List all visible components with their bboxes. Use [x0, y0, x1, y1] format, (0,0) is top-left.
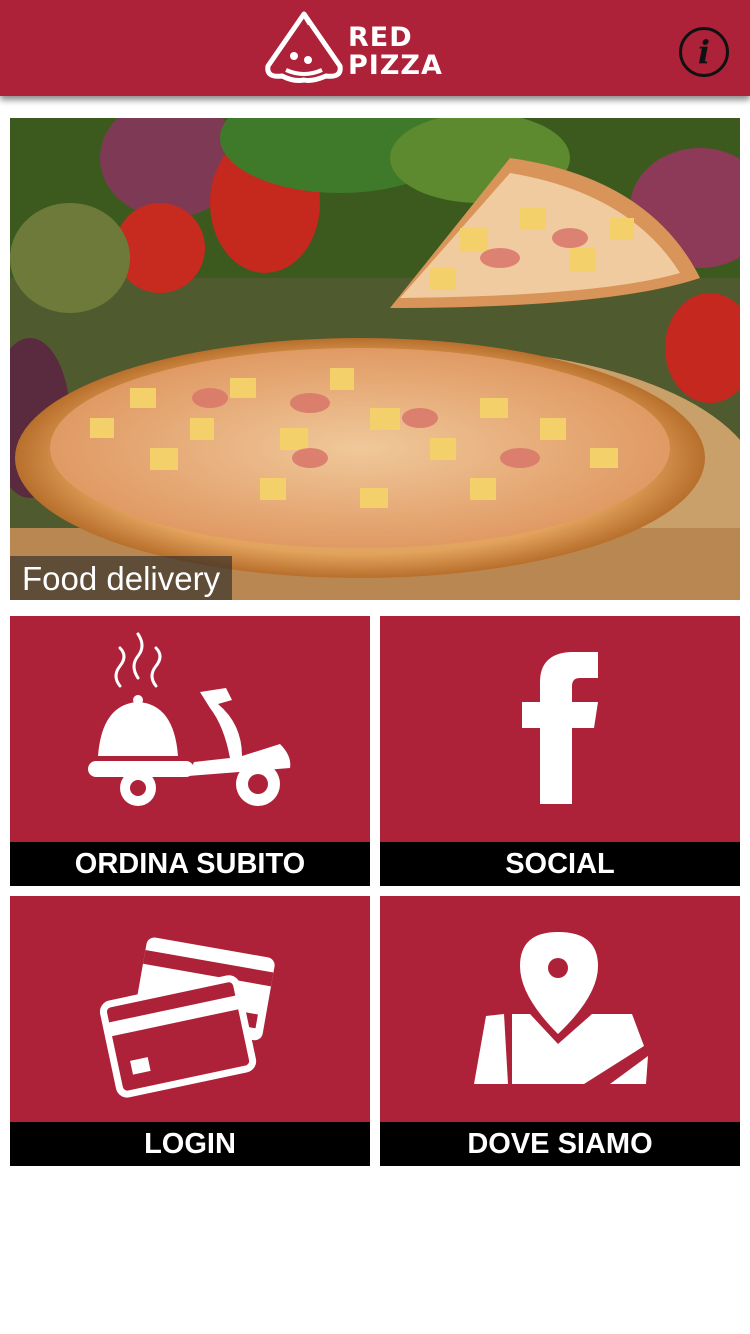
login-tile[interactable]: LOGIN [10, 896, 370, 1166]
order-now-tile[interactable]: ORDINA SUBITO [10, 616, 370, 886]
app-header: RED PIZZA i [0, 0, 750, 96]
info-icon[interactable]: i [679, 27, 729, 77]
logo-text-pizza: PIZZA [348, 50, 443, 81]
scooter-delivery-icon [88, 632, 291, 806]
order-now-label: ORDINA SUBITO [10, 842, 370, 886]
logo-text-red: RED [348, 22, 413, 53]
pizza-slice-logo-icon [265, 11, 343, 83]
facebook-icon [522, 652, 598, 804]
hero-banner[interactable]: Food delivery [10, 118, 740, 600]
social-tile[interactable]: SOCIAL [380, 616, 740, 886]
social-label: SOCIAL [380, 842, 740, 886]
hero-caption: Food delivery [10, 556, 233, 600]
where-we-are-label: DOVE SIAMO [380, 1122, 740, 1166]
info-icon-glyph: i [697, 33, 711, 71]
pizza-photo [10, 118, 740, 600]
where-we-are-tile[interactable]: DOVE SIAMO [380, 896, 740, 1166]
login-label: LOGIN [10, 1122, 370, 1166]
credit-cards-icon [99, 937, 275, 1098]
red-pizza-logo: RED PIZZA [264, 10, 488, 86]
map-pin-icon [474, 932, 648, 1084]
